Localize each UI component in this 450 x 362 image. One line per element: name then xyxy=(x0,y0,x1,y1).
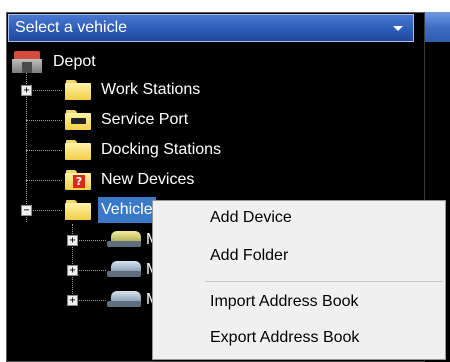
tree-node-label: Depot xyxy=(53,53,96,70)
tree-node-label: Service Port xyxy=(101,111,189,128)
tree-node-label: New Devices xyxy=(101,171,195,188)
question-folder-icon: ? xyxy=(65,170,91,190)
vehicle-icon xyxy=(107,231,141,249)
vehicle-icon xyxy=(107,291,141,309)
menu-item-import-address-book[interactable]: Import Address Book xyxy=(153,285,445,319)
expand-plus-icon[interactable]: + xyxy=(21,85,32,96)
service-port-icon xyxy=(65,110,91,130)
folder-icon xyxy=(65,80,91,100)
vehicle-select-text: Select a vehicle xyxy=(15,19,128,36)
folder-icon xyxy=(65,200,91,220)
expand-plus-icon[interactable]: + xyxy=(67,295,78,306)
context-menu: Add Device Add Folder Import Address Boo… xyxy=(152,200,446,360)
collapse-minus-icon[interactable]: − xyxy=(21,205,32,216)
tree-node-work-stations[interactable]: + Work Stations xyxy=(10,76,310,104)
menu-item-add-folder[interactable]: Add Folder xyxy=(153,239,445,273)
expand-plus-icon[interactable]: + xyxy=(67,235,78,246)
tree-node-label: Vehicle xyxy=(98,197,156,223)
menu-separator xyxy=(205,281,443,282)
tree-node-docking-stations[interactable]: Docking Stations xyxy=(10,136,310,164)
tree-node-vehicle-item[interactable]: + M xyxy=(10,286,160,314)
menu-item-export-address-book[interactable]: Export Address Book xyxy=(153,321,445,355)
vehicle-browser-window: Select a vehicle Depot + Work Stations S… xyxy=(0,0,450,362)
tree-node-label: Docking Stations xyxy=(101,141,222,158)
depot-icon xyxy=(12,51,42,73)
tree-node-vehicle-item[interactable]: + M xyxy=(10,256,160,284)
chevron-down-icon[interactable] xyxy=(393,26,403,31)
tree-node-new-devices[interactable]: ? New Devices xyxy=(10,166,310,194)
tree-node-vehicle-item[interactable]: + M xyxy=(10,226,160,254)
folder-icon xyxy=(65,140,91,160)
expand-plus-icon[interactable]: + xyxy=(67,265,78,276)
tree-node-label: Work Stations xyxy=(101,81,201,98)
vehicle-icon xyxy=(107,261,141,279)
tree-node-service-port[interactable]: Service Port xyxy=(10,106,310,134)
tree-node-depot[interactable]: Depot xyxy=(10,48,210,76)
vehicle-select[interactable]: Select a vehicle xyxy=(8,14,414,42)
adjacent-panel-header xyxy=(425,12,450,42)
menu-item-add-device[interactable]: Add Device xyxy=(153,201,445,235)
